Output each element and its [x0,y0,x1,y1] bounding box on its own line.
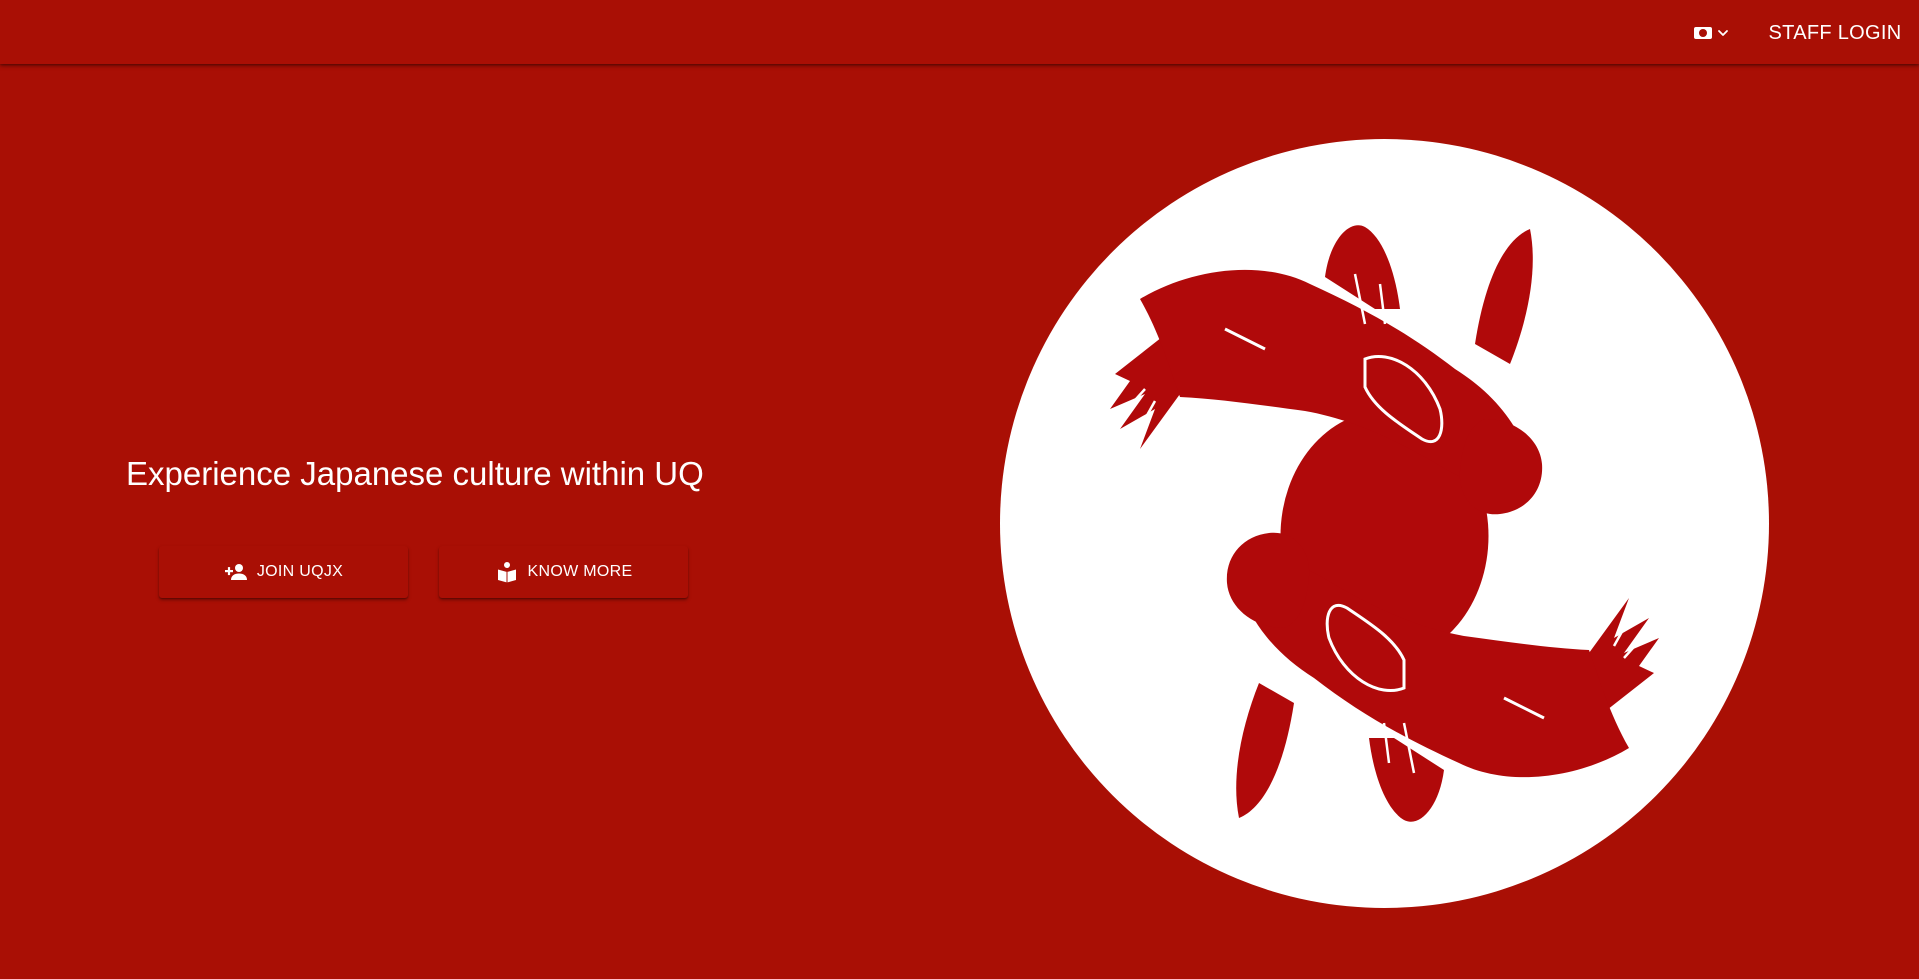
staff-login-button[interactable]: STAFF LOGIN [1760,16,1910,50]
koi-fish-logo [1000,139,1769,908]
know-more-button[interactable]: KNOW MORE [439,546,688,598]
japan-flag-icon [1694,27,1712,39]
person-add-icon [224,564,247,580]
hero-title: Experience Japanese culture within UQ [126,455,704,492]
chevron-down-icon [1718,30,1728,36]
reading-person-icon [497,562,516,583]
app-bar: STAFF LOGIN [0,0,1919,64]
know-more-label: KNOW MORE [527,563,633,580]
join-uqjx-label: JOIN UQJX [256,563,344,580]
join-uqjx-button[interactable]: JOIN UQJX [159,546,408,598]
language-select[interactable] [1694,22,1734,44]
